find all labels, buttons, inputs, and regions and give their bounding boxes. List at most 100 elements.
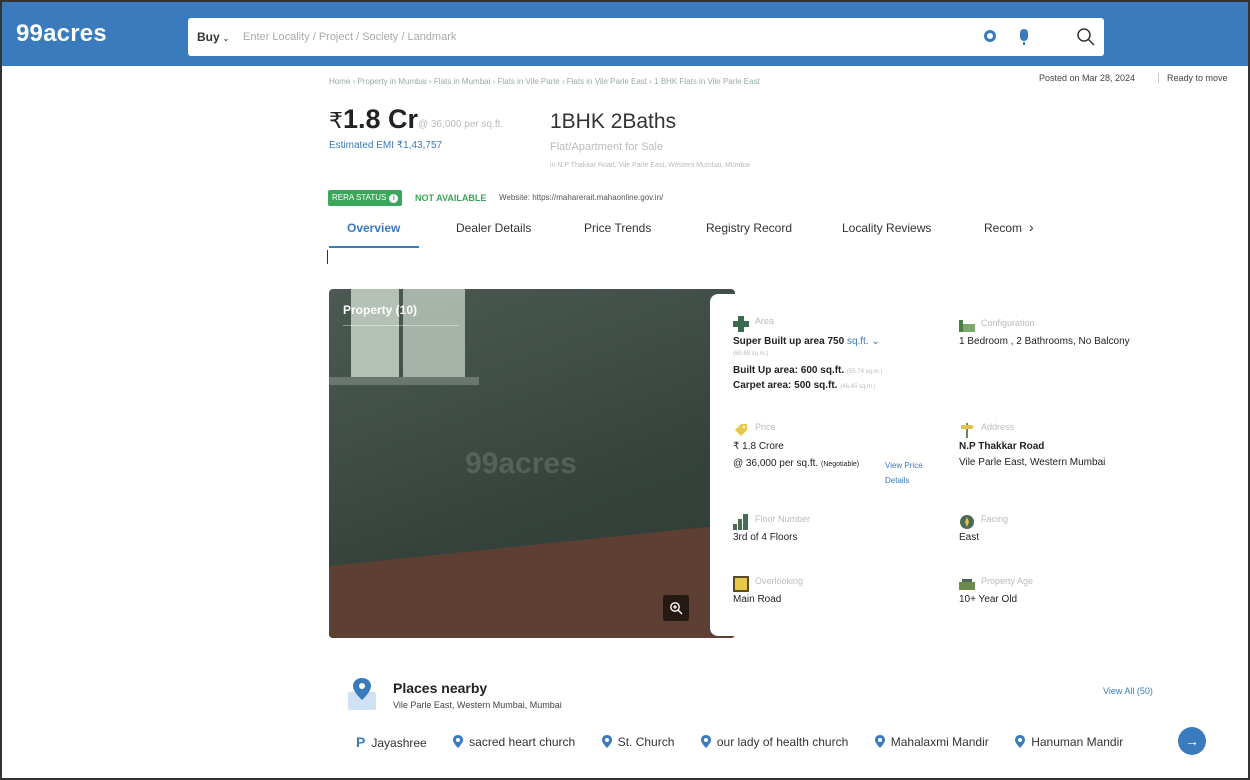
places-subtitle: Vile Parle East, Western Mumbai, Mumbai xyxy=(393,700,562,710)
place-chip[interactable]: Hanuman Mandir xyxy=(1015,734,1124,749)
floor-label: Floor Number xyxy=(755,514,811,524)
address-line1: N.P Thakkar Road xyxy=(959,441,1044,452)
tab-price-trends[interactable]: Price Trends xyxy=(584,221,651,235)
location-pin-icon xyxy=(601,734,612,748)
location-pin-icon xyxy=(700,734,711,748)
place-chip[interactable]: St. Church xyxy=(601,734,674,749)
property-age-value: 10+ Year Old xyxy=(959,594,1018,605)
location-pin-icon xyxy=(453,734,464,748)
site-logo[interactable]: 99acres xyxy=(16,20,107,48)
signpost-icon xyxy=(961,423,974,438)
super-built-area-sqm: (69.68 sq.m.) xyxy=(733,351,769,357)
place-chip[interactable]: P Jayashree xyxy=(356,734,427,750)
emi-link[interactable]: Estimated EMI ₹1,43,757 xyxy=(329,140,442,151)
area-label: Area xyxy=(755,316,775,326)
detail-address: Address N.P Thakkar Road Vile Parle East… xyxy=(959,422,1159,468)
chevron-down-icon[interactable]: ⌄ xyxy=(869,336,879,347)
bed-icon xyxy=(959,320,975,332)
property-age-label: Property Age xyxy=(981,576,1034,586)
place-chip[interactable]: Mahalaxmi Mandir xyxy=(874,734,989,749)
breadcrumb[interactable]: Home › Property in Mumbai › Flats in Mum… xyxy=(329,77,760,86)
tab-registry-record[interactable]: Registry Record xyxy=(706,221,792,235)
carpet-area-sqm: (46.45 sq.m.) xyxy=(840,384,876,390)
view-price-details-link[interactable]: View Price Details xyxy=(885,458,945,488)
info-icon[interactable]: i xyxy=(389,194,399,203)
detail-property-age: Property Age 10+ Year Old xyxy=(959,576,1119,611)
built-up-area: Built Up area: 600 sq.ft. (55.74 sq.m.) xyxy=(733,365,882,376)
detail-facing: Facing East xyxy=(959,514,1119,549)
window-icon xyxy=(733,576,749,592)
listing-address: in N.P Thakkar Road, Vile Parle East, We… xyxy=(550,162,750,169)
place-name: Mahalaxmi Mandir xyxy=(890,734,989,749)
chevron-right-icon[interactable]: › xyxy=(1029,219,1034,235)
overlooking-label: Overlooking xyxy=(755,576,804,586)
place-chip[interactable]: sacred heart church xyxy=(453,734,576,749)
rera-badge-label: RERA STATUS xyxy=(332,193,387,202)
photo-count-label[interactable]: Property (10) xyxy=(343,303,417,317)
active-tab-indicator xyxy=(329,246,419,248)
tab-locality-reviews[interactable]: Locality Reviews xyxy=(842,221,931,235)
rera-status-value: NOT AVAILABLE xyxy=(415,193,487,203)
calendar-icon xyxy=(959,579,975,590)
listing-type: Flat/Apartment for Sale xyxy=(550,141,664,153)
tab-dealer-details[interactable]: Dealer Details xyxy=(456,221,531,235)
tab-overview[interactable]: Overview xyxy=(347,221,400,235)
unit-selector[interactable]: sq.ft. xyxy=(847,336,869,347)
carpet-area-text: Carpet area: 500 sq.ft. xyxy=(733,380,838,391)
detail-price: Price ₹ 1.8 Crore @ 36,000 per sq.ft. (N… xyxy=(733,422,938,487)
area-icon xyxy=(733,316,749,332)
buy-label: Buy xyxy=(197,30,220,44)
tab-recommendations[interactable]: Recom xyxy=(984,221,1022,235)
place-name: sacred heart church xyxy=(469,734,576,749)
built-up-area-text: Built Up area: 600 sq.ft. xyxy=(733,365,845,376)
page-frame: 99acres Buy⌄ Home › Property in Mumbai ›… xyxy=(0,0,1250,780)
detail-floor: Floor Number 3rd of 4 Floors xyxy=(733,514,893,549)
facing-label: Facing xyxy=(981,514,1009,524)
microphone-icon[interactable] xyxy=(1020,29,1028,45)
floor-value: 3rd of 4 Floors xyxy=(733,532,798,543)
map-pin-icon xyxy=(348,678,376,710)
search-icon[interactable] xyxy=(1076,27,1096,47)
price-value: 1.8 Cr xyxy=(343,104,419,134)
super-built-area: Super Built up area 750 sq.ft. ⌄ xyxy=(733,336,880,347)
built-up-area-sqm: (55.74 sq.m.) xyxy=(846,369,883,375)
zoom-in-icon xyxy=(670,602,683,615)
watermark: 99acres xyxy=(465,447,577,480)
configuration-value: 1 Bedroom , 2 Bathrooms, No Balcony xyxy=(959,336,1130,347)
rera-status-badge[interactable]: RERA STATUS i xyxy=(328,190,403,206)
building-icon xyxy=(733,514,748,530)
facing-value: East xyxy=(959,532,980,543)
configuration-label: Configuration xyxy=(981,318,1035,328)
price-per-sqft-text: @ 36,000 per sq.ft. xyxy=(733,458,819,469)
place-chip[interactable]: our lady of health church xyxy=(700,734,849,749)
place-name: Hanuman Mandir xyxy=(1031,734,1124,749)
rera-website: Website: https://maharerait.mahaonline.g… xyxy=(499,193,664,202)
posted-date: Posted on Mar 28, 2024 xyxy=(1039,73,1136,83)
location-pin-icon xyxy=(1015,734,1026,748)
location-icon[interactable] xyxy=(984,30,996,42)
compass-icon xyxy=(960,515,974,529)
address-line2: Vile Parle East, Western Mumbai xyxy=(959,457,1106,468)
search-bar: Buy ⌄ xyxy=(188,18,1104,56)
search-input[interactable] xyxy=(243,26,843,48)
price-heading: ₹1.8 Cr xyxy=(329,104,418,135)
location-pin-icon xyxy=(874,734,885,748)
arrow-right-icon: → xyxy=(1185,733,1199,749)
property-photo[interactable]: Property (10) 99acres xyxy=(329,289,735,638)
price-per-sqft-detail: @ 36,000 per sq.ft. (Negotiable) xyxy=(733,458,859,469)
section-tabs: Overview Dealer Details Price Trends Reg… xyxy=(329,214,1059,250)
listing-title: 1BHK 2Baths xyxy=(550,110,677,133)
top-header: 99acres Buy ⌄ xyxy=(2,2,1248,66)
buy-dropdown[interactable]: Buy ⌄ xyxy=(197,30,229,44)
details-panel-edge xyxy=(710,294,735,636)
price-detail-value: ₹ 1.8 Crore xyxy=(733,441,784,452)
zoom-button[interactable] xyxy=(663,595,689,621)
next-places-button[interactable]: → xyxy=(1178,727,1206,755)
photo-window-sill xyxy=(329,377,479,385)
negotiable-note: (Negotiable) xyxy=(820,461,860,468)
price-per-sqft: @ 36,000 per sq.ft. xyxy=(418,119,504,130)
super-built-area-text: Super Built up area 750 xyxy=(733,336,845,347)
view-all-places-link[interactable]: View All (50) xyxy=(1103,686,1153,696)
place-name: our lady of health church xyxy=(716,734,849,749)
places-nearby-section: Places nearby Vile Parle East, Western M… xyxy=(346,672,1206,772)
